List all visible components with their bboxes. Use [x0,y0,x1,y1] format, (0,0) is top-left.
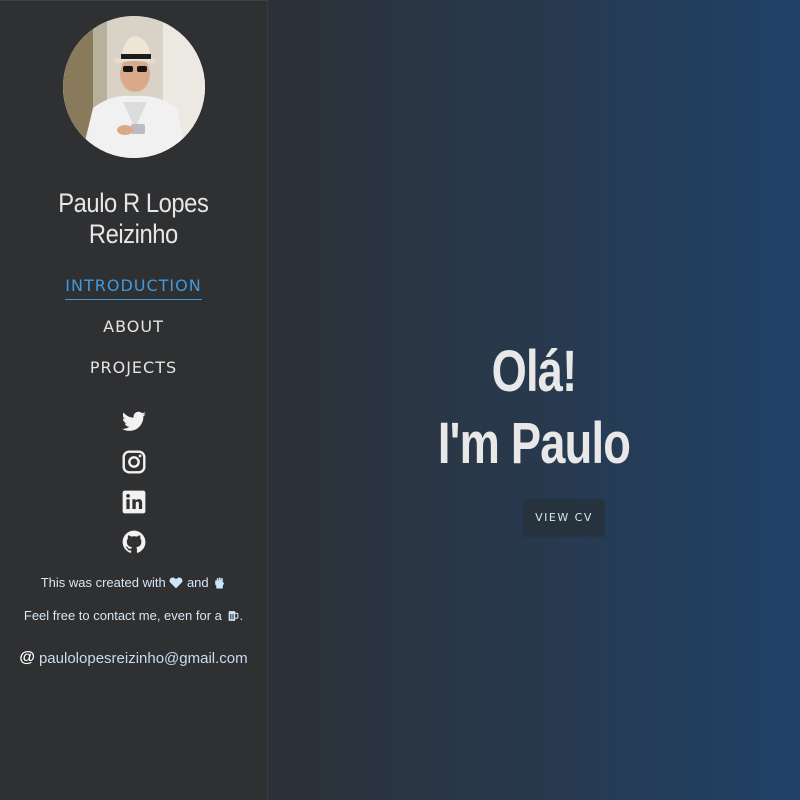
profile-name-line1: Paulo R Lopes [58,188,209,218]
main-hero-area: Olá! I'm Paulo VIEW CV [268,0,800,800]
contact-suffix: . [239,608,244,623]
social-links [120,409,148,555]
instagram-icon [122,450,145,474]
instagram-link[interactable] [120,449,148,475]
nav-item-label: ABOUT [103,317,164,336]
avatar-photo [62,16,205,158]
sidebar-nav: INTRODUCTION ABOUT PROJECTS [65,274,202,397]
heart-icon [169,577,183,589]
nav-item-projects[interactable]: PROJECTS [90,356,177,397]
linkedin-link[interactable] [120,489,148,515]
twitter-icon [121,411,146,431]
at-sign-icon: @ [19,649,35,666]
email-link[interactable]: @ paulolopesreizinho@gmail.com [19,649,247,667]
contact-text: Feel free to contact me, even for a [23,608,222,623]
avatar [62,16,205,158]
beer-icon [228,611,238,621]
hero-heading: Olá! I'm Paulo [327,336,742,480]
fist-icon [215,577,225,589]
github-link[interactable] [120,529,148,555]
profile-name-line2: Reizinho [89,219,178,249]
hero-line2: I'm Paulo [437,411,631,476]
profile-name: Paulo R Lopes Reizinho [58,188,209,250]
github-icon [122,530,145,553]
nav-item-about[interactable]: ABOUT [103,315,164,356]
view-cv-button[interactable]: VIEW CV [524,500,604,536]
nav-item-introduction[interactable]: INTRODUCTION [65,274,202,315]
nav-item-label: PROJECTS [89,358,178,377]
contact-note: Feel free to contact me, even for a . [24,608,243,623]
hero-line1: Olá! [491,339,578,404]
created-mid: and [186,575,209,590]
created-prefix: This was created with [40,575,166,590]
sidebar: Paulo R Lopes Reizinho INTRODUCTION ABOU… [0,0,268,800]
created-with-note: This was created with and [41,575,227,590]
email-address: paulolopesreizinho@gmail.com [38,649,248,667]
page: Paulo R Lopes Reizinho INTRODUCTION ABOU… [0,0,800,800]
linkedin-icon [122,490,145,514]
twitter-link[interactable] [120,409,148,435]
nav-item-label: INTRODUCTION [65,274,202,300]
